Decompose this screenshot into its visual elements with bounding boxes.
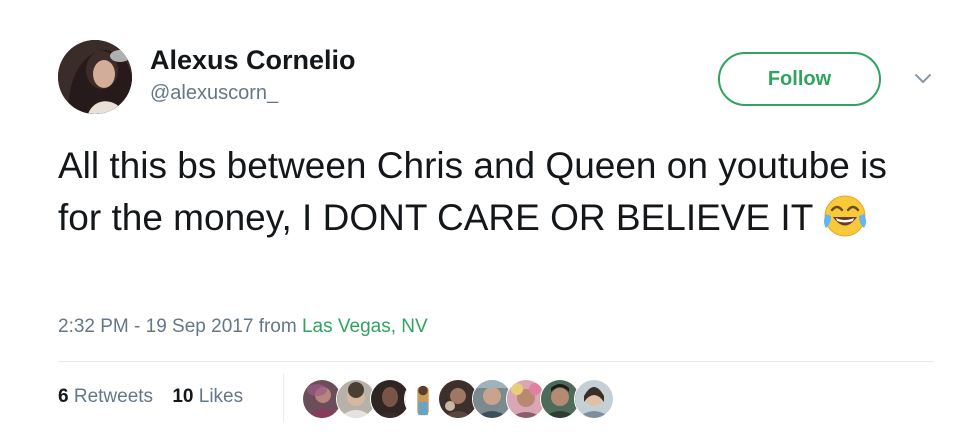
display-name[interactable]: Alexus Cornelio: [150, 45, 356, 76]
liker-avatar-4[interactable]: [404, 379, 442, 419]
likes-count: 10: [172, 386, 194, 407]
face-with-tears-of-joy-icon: [823, 194, 867, 238]
location-link[interactable]: Las Vegas, NV: [302, 316, 428, 337]
retweets-stat[interactable]: 6 Retweets: [58, 386, 153, 408]
divider: [58, 361, 934, 362]
follow-button[interactable]: Follow: [718, 52, 881, 106]
from-label: from: [258, 316, 297, 337]
stats-divider: [283, 374, 284, 422]
chevron-down-icon[interactable]: [910, 66, 936, 92]
avatar[interactable]: [58, 40, 132, 114]
timestamp[interactable]: 2:32 PM - 19 Sep 2017: [58, 316, 253, 337]
avatar-image: [58, 40, 132, 114]
tweet-card: Alexus Cornelio @alexuscorn_ Follow All …: [0, 0, 980, 435]
tweet-text: All this bs between Chris and Queen on y…: [58, 140, 938, 244]
user-handle[interactable]: @alexuscorn_: [150, 82, 278, 105]
liker-avatar-9[interactable]: [574, 379, 614, 419]
retweets-count: 6: [58, 386, 69, 407]
tweet-stats: 6 Retweets 10 Likes: [58, 386, 257, 408]
likes-label: Likes: [198, 386, 244, 407]
tweet-meta: 2:32 PM - 19 Sep 2017 from Las Vegas, NV: [58, 316, 428, 338]
retweets-label: Retweets: [73, 386, 154, 407]
tweet-body: All this bs between Chris and Queen on y…: [58, 145, 887, 238]
likes-stat[interactable]: 10 Likes: [172, 386, 243, 408]
